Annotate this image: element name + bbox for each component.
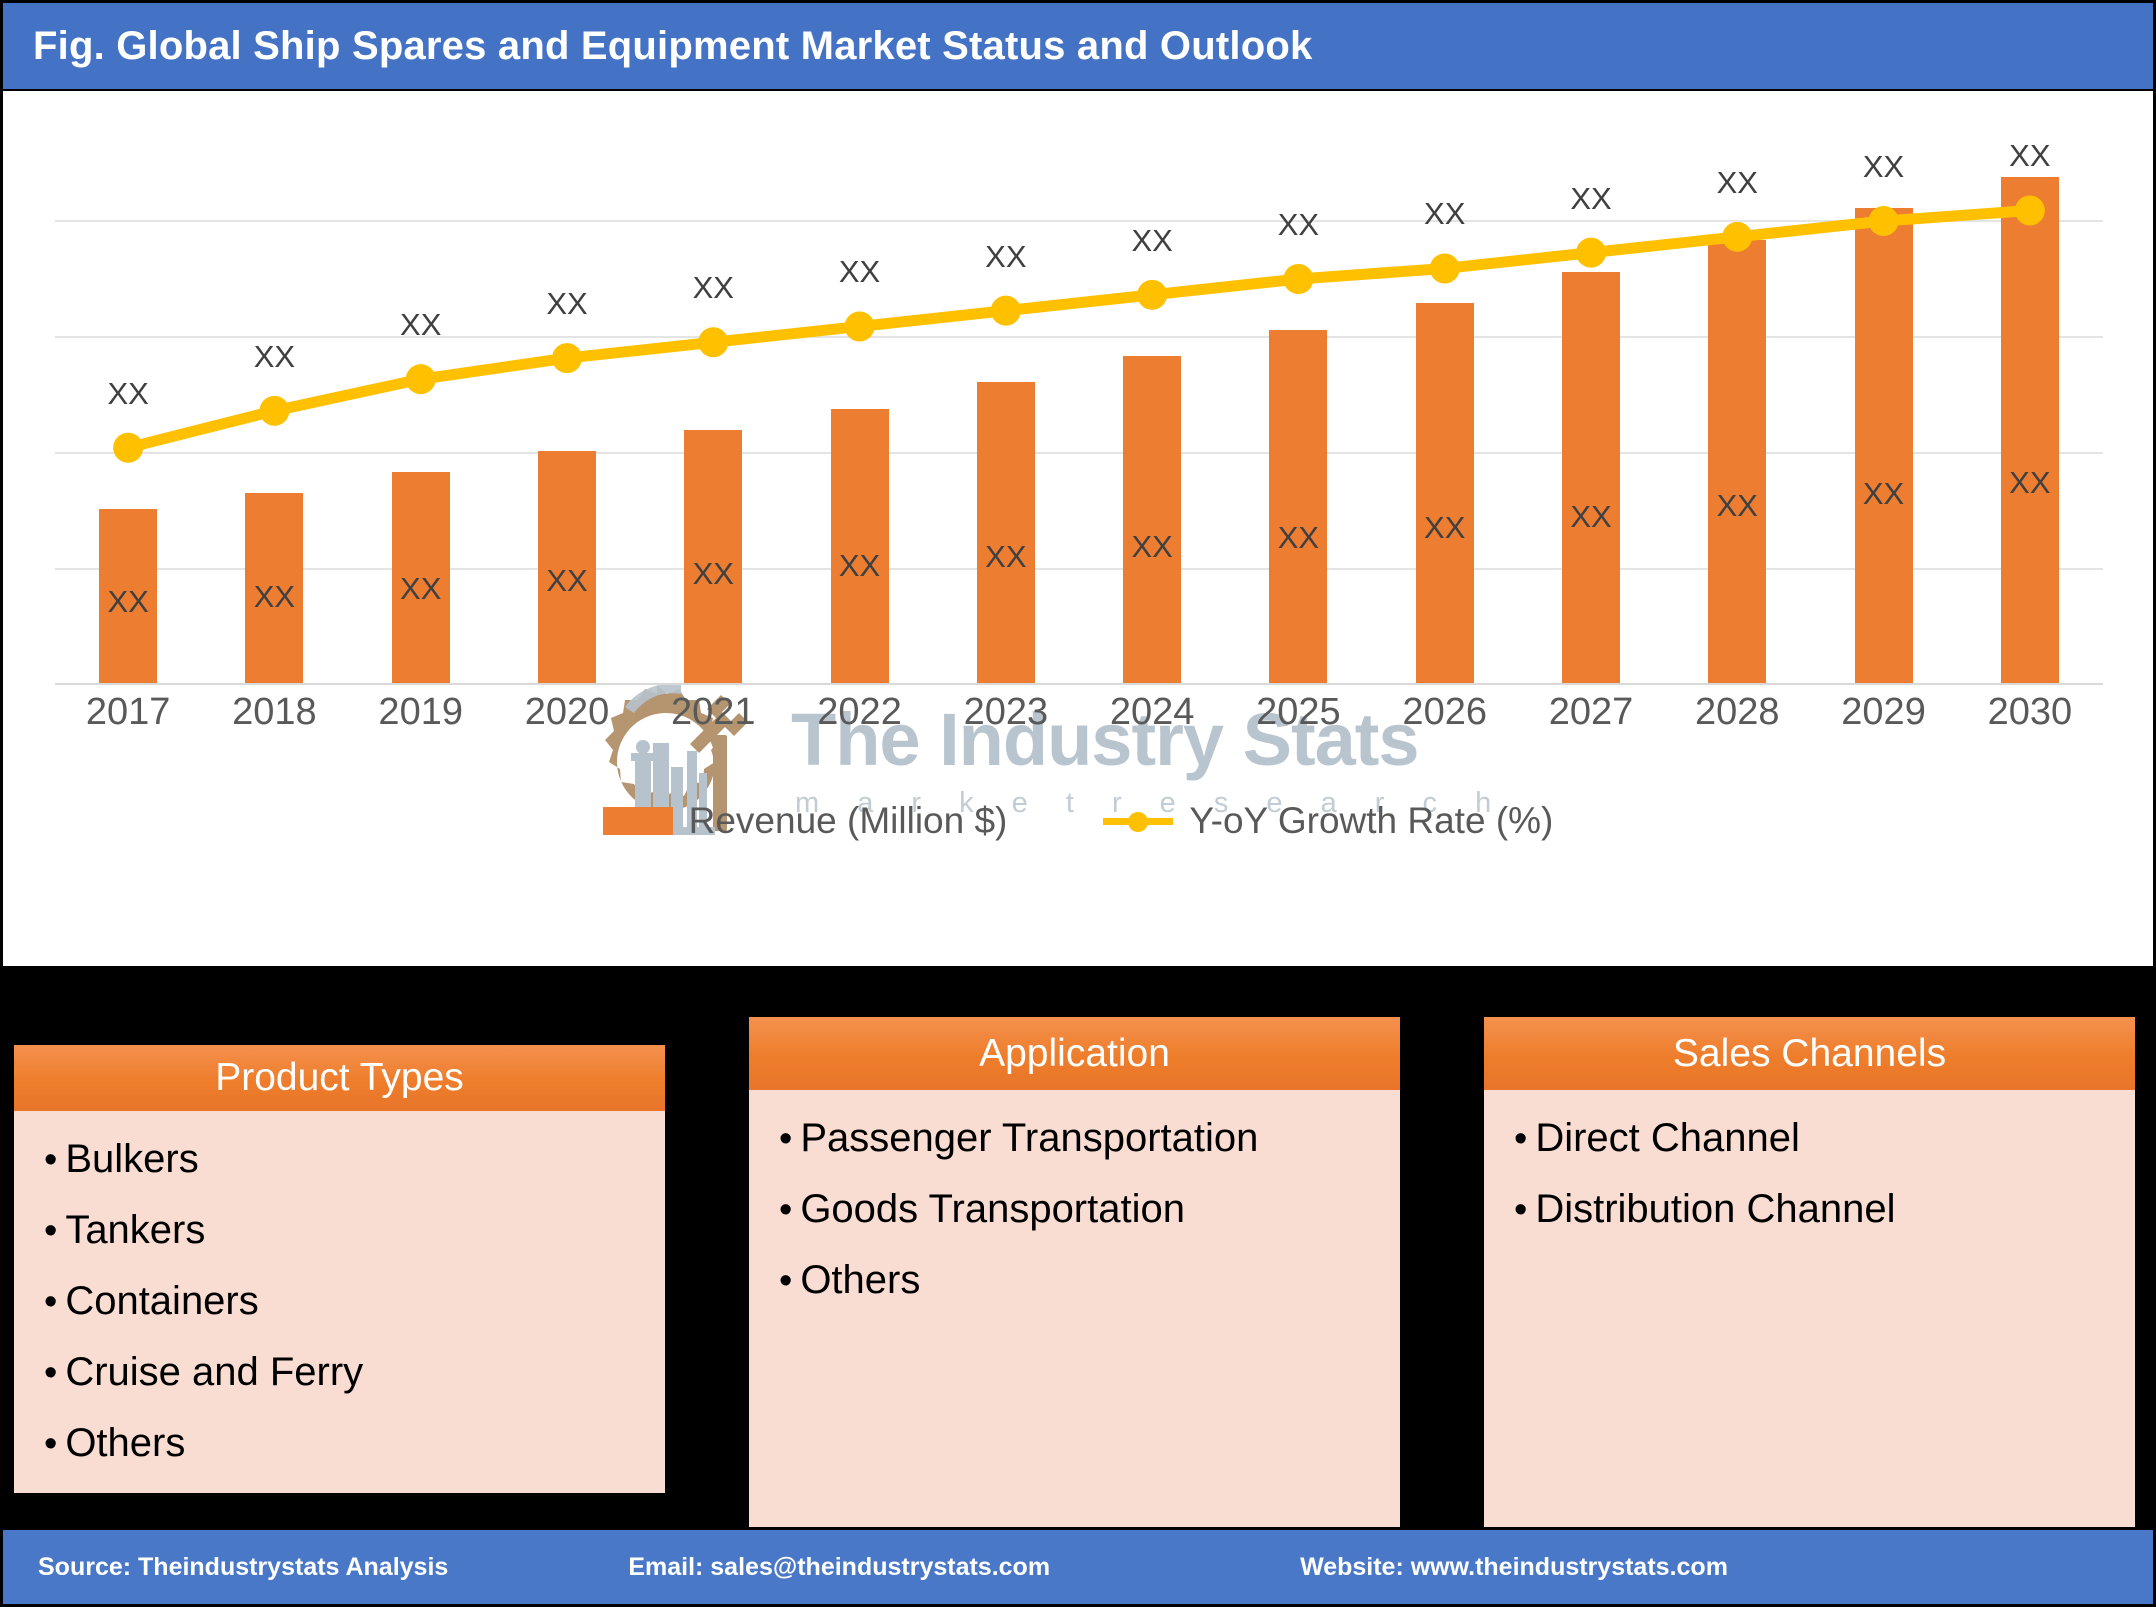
segment-list-item[interactable]: Goods Transportation [779,1189,1400,1229]
x-axis-labels: 2017 2018 2019 2020 2021 2022 2023 2024 2025 2026… [55,691,2103,751]
x-axis-tick-label: 2023 [963,691,1049,733]
segment-panel: Sales Channels Direct Channel Distribution… [1484,1017,2135,1527]
x-axis-tick-label: 2017 [85,691,171,733]
title-bar: Fig. Global Ship Spares and Equipment Ma… [3,3,2153,89]
x-axis-tick-label: 2028 [1695,691,1780,733]
x-axis-tick-label: 2027 [1548,691,1634,733]
segment-panel-body: Passenger Transportation Goods Transporta… [749,1090,1400,1527]
footer-bar: Source: Theindustrystats Analysis Email:… [3,1530,2153,1604]
legend-line-swatch-icon [1103,808,1174,834]
segment-list-item[interactable]: Tankers [44,1210,665,1250]
line-data-point[interactable] [1283,264,1314,294]
segment-panel-body: Bulkers Tankers Containers Cruise and Ferry… [14,1111,665,1493]
segment-list-item[interactable]: Bulkers [44,1139,665,1179]
segment-panel-heading: Application [749,1017,1400,1090]
x-axis-tick-label: 2029 [1841,691,1926,733]
segment-list-item[interactable]: Others [44,1423,665,1463]
x-axis-tick-label: 2020 [524,691,610,733]
legend-bar-swatch-icon [602,807,673,835]
line-data-point[interactable] [990,295,1021,326]
chart-card: XX XX XX XX XX XX XX XX XX XX XX XX XX XX XX XX XX XX XX XX… [3,91,2153,966]
line-data-point[interactable] [405,364,436,395]
x-axis-tick-label: 2022 [817,691,902,733]
x-axis-tick-label: 2026 [1402,691,1487,733]
footer-website[interactable]: Website: www.theindustrystats.com [1300,1553,1728,1582]
line-data-point[interactable] [1137,279,1168,310]
segment-panels: Product Types Bulkers Tankers Containers Cru… [0,966,2156,1527]
legend-item-revenue[interactable]: Revenue (Million $) [602,800,1008,842]
segment-list-item[interactable]: Containers [44,1281,665,1321]
line-data-point[interactable] [552,343,582,374]
x-axis-tick-label: 2019 [378,691,463,733]
line-data-point[interactable] [844,311,875,342]
footer-source: Source: Theindustrystats Analysis [38,1552,449,1581]
line-data-point[interactable] [1429,253,1460,284]
segment-panel-heading: Sales Channels [1484,1017,2135,1090]
line-data-point[interactable] [259,395,290,426]
chart-legend: Revenue (Million $) Y-oY Growth Rate (%) [3,791,2153,851]
line-data-point[interactable] [698,327,729,358]
line-data-point[interactable] [113,432,144,463]
line-series-layer [113,195,2045,463]
segment-panel: Application Passenger Transportation Goods… [749,1017,1400,1527]
line-data-point[interactable] [1722,221,1753,252]
legend-item-growth-rate[interactable]: Y-oY Growth Rate (%) [1103,800,1553,842]
line-data-point[interactable] [2014,195,2045,226]
x-axis-tick-label: 2025 [1256,691,1341,733]
segment-panel-heading: Product Types [14,1045,665,1111]
segment-panel-body: Direct Channel Distribution Channel [1484,1090,2135,1527]
x-axis-tick-label: 2021 [671,691,756,733]
x-axis-tick-label: 2018 [232,691,317,733]
segment-list-item[interactable]: Cruise and Ferry [44,1352,665,1392]
segment-list-item[interactable]: Direct Channel [1514,1118,2135,1158]
x-axis-tick-label: 2024 [1109,691,1195,733]
segment-list-item[interactable]: Passenger Transportation [779,1118,1400,1158]
plot-area: XX XX XX XX XX XX XX XX XX XX XX XX XX XX XX XX XX XX XX XX… [55,105,2103,835]
line-data-point[interactable] [1576,237,1606,268]
x-axis-tick-label: 2030 [1987,691,2073,733]
footer-email[interactable]: Email: sales@theindustrystats.com [628,1553,1050,1582]
figure-root: Fig. Global Ship Spares and Equipment Ma… [0,0,2156,1607]
x-axis-line [55,683,2103,685]
segment-list-item[interactable]: Others [779,1260,1400,1300]
segment-panel: Product Types Bulkers Tankers Containers Cru… [14,1045,665,1493]
legend-label-growth-rate: Y-oY Growth Rate (%) [1189,800,1554,841]
legend-label-revenue: Revenue (Million $) [688,800,1008,841]
page-title: Fig. Global Ship Spares and Equipment Ma… [33,23,1313,68]
line-data-point[interactable] [1868,206,1899,236]
segment-list-item[interactable]: Distribution Channel [1514,1189,2135,1229]
